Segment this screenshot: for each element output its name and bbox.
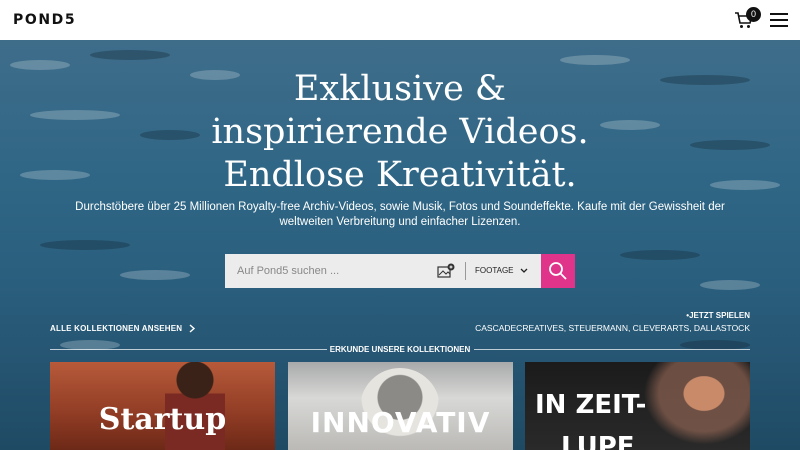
headline-line-3: Endlose Kreativität. [223,155,577,195]
search-divider [465,262,466,280]
image-search-icon[interactable] [437,263,455,279]
hero-subtext: Durchstöbere über 25 Millionen Royalty-f… [75,201,725,228]
headline-line-2: inspirierende Videos. [211,112,589,152]
all-collections-link[interactable]: ALLE KOLLEKTIONEN ANSEHEN [50,324,196,333]
collection-title: IN ZEIT- LUPE [535,384,750,450]
search-button[interactable] [541,254,575,288]
collection-card-innovativ[interactable]: INNOVATIV [288,362,513,450]
all-collections-label: ALLE KOLLEKTIONEN ANSEHEN [50,324,183,333]
collection-title-line-2: LUPE [561,432,635,450]
hero-section: Exklusive & inspirierende Videos. Endlos… [0,40,800,450]
headline-line-1: Exklusive & [293,69,507,109]
top-header: POND5 0 [0,0,800,40]
hero-headline: Exklusive & inspirierende Videos. Endlos… [0,68,800,197]
collection-card-zeitlupe[interactable]: IN ZEIT- LUPE [525,362,750,450]
divider-left [50,349,327,350]
search-bar: FOOTAGE [225,254,575,288]
play-now-link[interactable]: •JETZT SPIELEN [560,311,750,320]
search-input[interactable] [225,254,430,288]
search-icon [549,262,567,280]
featured-artists: CASCADECREATIVES, STEUERMANN, CLEVERARTS… [475,323,750,333]
explore-collections-heading: ERKUNDE UNSERE KOLLEKTIONEN [329,345,471,354]
chevron-down-icon[interactable] [520,267,528,275]
collection-title-line-1: IN ZEIT- [535,390,647,420]
collection-card-startup[interactable]: Startup [50,362,275,450]
collection-title: Startup [98,402,227,437]
pond5-logo[interactable]: POND5 [13,12,76,28]
divider-right [474,349,750,350]
hamburger-menu-icon[interactable] [770,13,788,27]
cart-count-badge: 0 [746,7,761,22]
collection-title: INNOVATIV [310,406,491,439]
chevron-right-icon [189,324,195,333]
